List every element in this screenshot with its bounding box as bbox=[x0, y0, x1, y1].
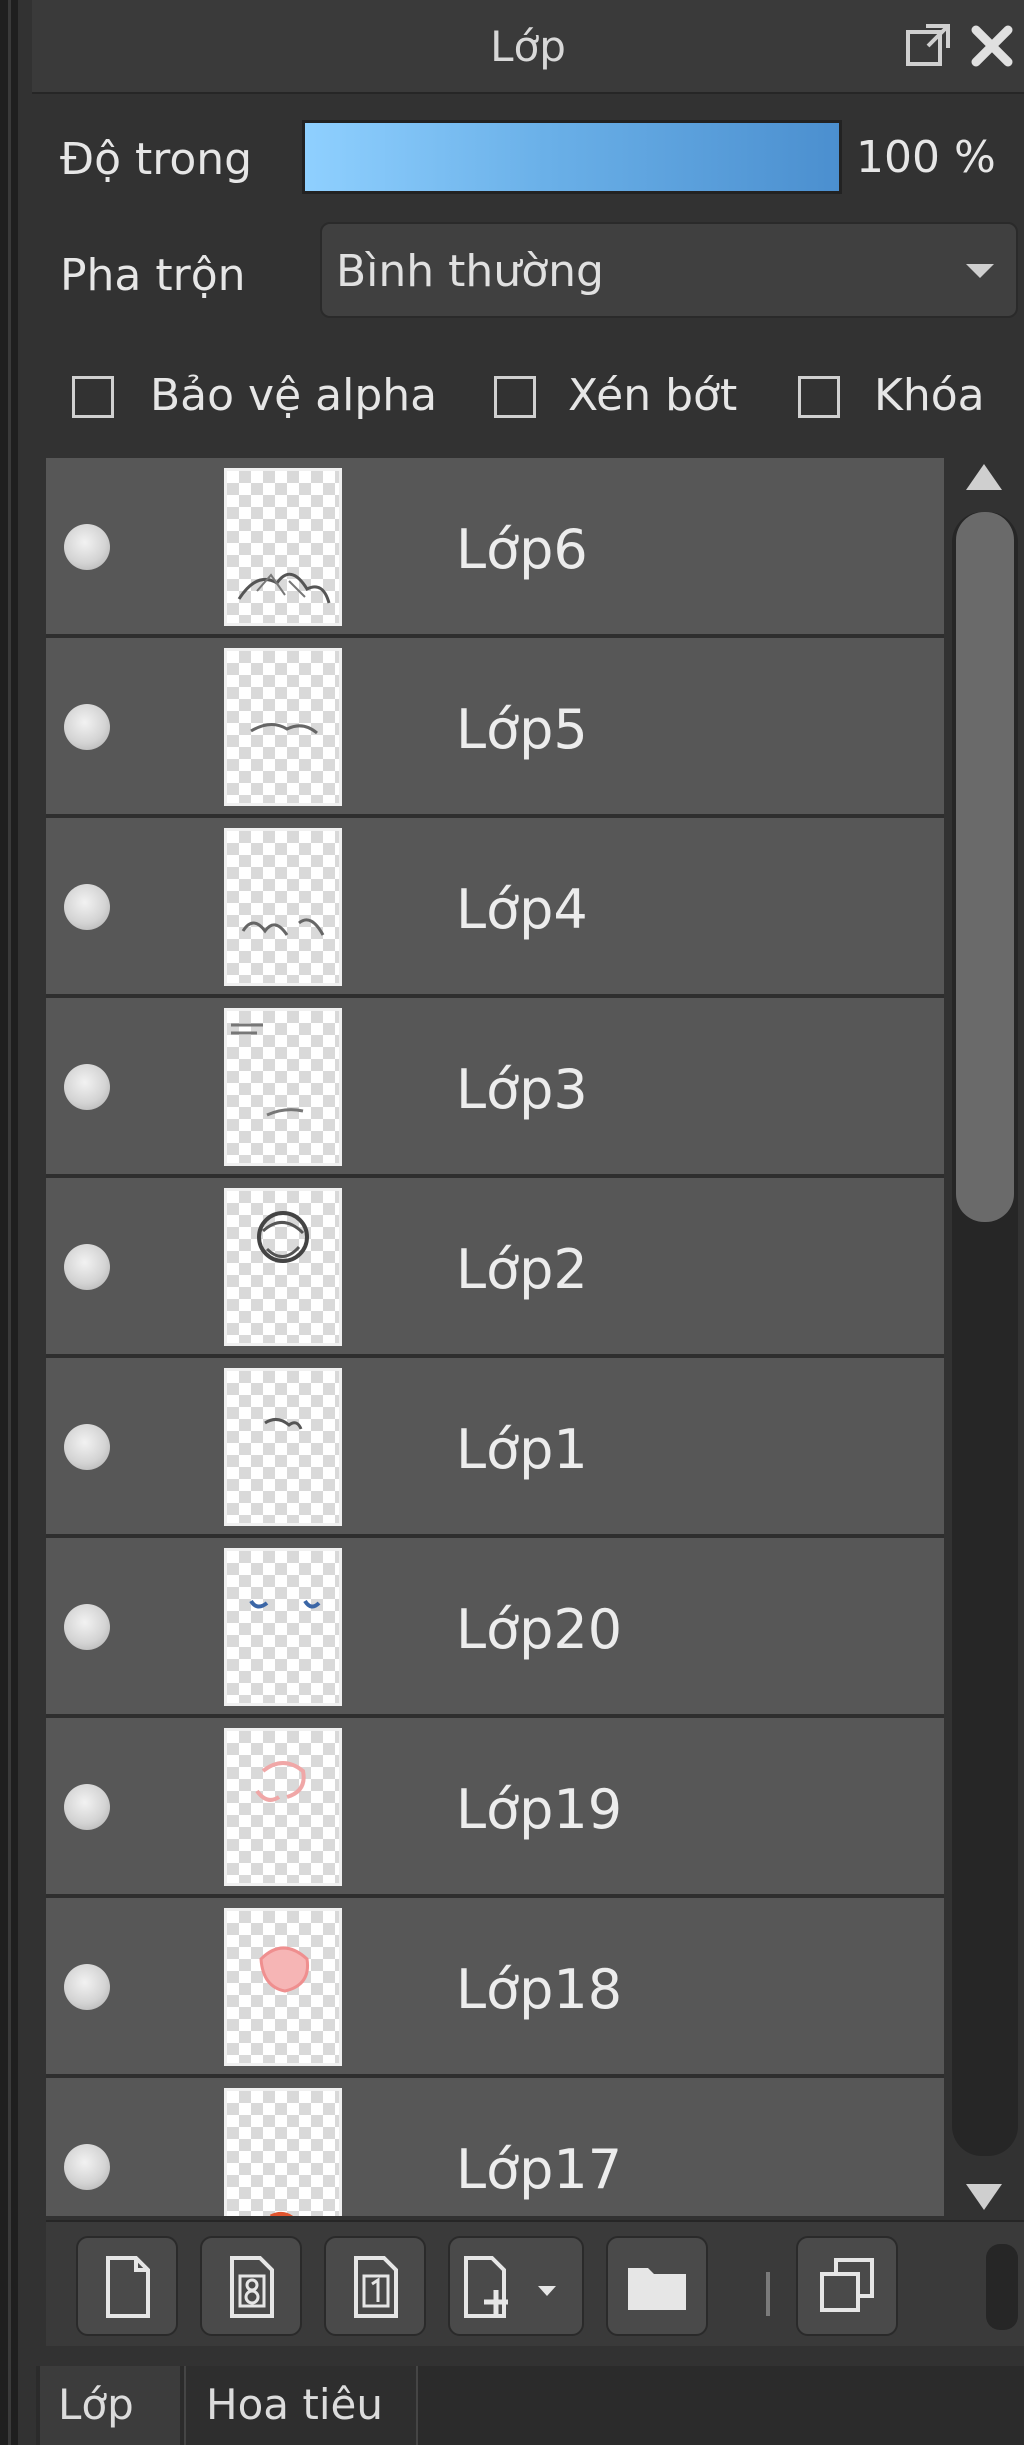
tab-layer[interactable]: Lớp bbox=[40, 2366, 180, 2445]
blend-mode-label: Pha trộn bbox=[60, 250, 246, 301]
scrollbar-thumb[interactable] bbox=[956, 512, 1014, 1222]
scroll-down-icon[interactable] bbox=[966, 2184, 1002, 2210]
visibility-toggle-icon[interactable] bbox=[64, 524, 110, 570]
layer-row[interactable]: Lớp17 bbox=[46, 2078, 944, 2216]
protect-alpha-checkbox[interactable] bbox=[72, 376, 114, 418]
visibility-toggle-icon[interactable] bbox=[64, 1244, 110, 1290]
visibility-toggle-icon[interactable] bbox=[64, 1784, 110, 1830]
layer-row[interactable]: Lớp20 bbox=[46, 1538, 944, 1718]
lock-checkbox[interactable] bbox=[798, 376, 840, 418]
clipping-checkbox[interactable] bbox=[494, 376, 536, 418]
blend-mode-select[interactable]: Bình thường bbox=[320, 222, 1018, 318]
layer-row[interactable]: Lớp19 bbox=[46, 1718, 944, 1898]
visibility-toggle-icon[interactable] bbox=[64, 1604, 110, 1650]
new-1bit-layer-button[interactable] bbox=[324, 2236, 426, 2336]
layer-toolbar bbox=[46, 2220, 1024, 2346]
layer-name: Lớp4 bbox=[456, 878, 588, 941]
blend-mode-value: Bình thường bbox=[336, 246, 604, 297]
layer-name: Lớp6 bbox=[456, 518, 588, 581]
layer-thumbnail bbox=[224, 1548, 342, 1706]
clipping-label: Xén bớt bbox=[568, 370, 738, 421]
layer-name: Lớp1 bbox=[456, 1418, 588, 1481]
layer-row[interactable]: Lớp1 bbox=[46, 1358, 944, 1538]
layer-name: Lớp17 bbox=[456, 2138, 623, 2201]
layer-row[interactable]: Lớp5 bbox=[46, 638, 944, 818]
new-layer-icon bbox=[106, 2256, 150, 2318]
layer-panel: Lớp Độ trong 100 % Pha trộn Bình thường … bbox=[18, 0, 1024, 2445]
layer-name: Lớp18 bbox=[456, 1958, 623, 2021]
visibility-toggle-icon[interactable] bbox=[64, 1064, 110, 1110]
layer-row[interactable]: Lớp18 bbox=[46, 1898, 944, 2078]
layer-row[interactable]: Lớp4 bbox=[46, 818, 944, 998]
layer-list-scrollbar[interactable] bbox=[952, 458, 1018, 2216]
opacity-label: Độ trong bbox=[60, 134, 253, 185]
new-8bit-layer-icon bbox=[230, 2256, 274, 2318]
layer-thumbnail bbox=[224, 1368, 342, 1526]
layer-row[interactable]: Lớp3 bbox=[46, 998, 944, 1178]
scroll-up-icon[interactable] bbox=[966, 464, 1002, 490]
lock-label: Khóa bbox=[874, 370, 985, 421]
layer-thumbnail bbox=[224, 1908, 342, 2066]
panel-title: Lớp bbox=[490, 22, 566, 71]
layer-thumbnail bbox=[224, 1008, 342, 1166]
layer-name: Lớp3 bbox=[456, 1058, 588, 1121]
layer-row[interactable]: Lớp6 bbox=[46, 458, 944, 638]
folder-icon bbox=[628, 2268, 686, 2310]
new-folder-button[interactable] bbox=[606, 2236, 708, 2336]
visibility-toggle-icon[interactable] bbox=[64, 2144, 110, 2190]
add-layer-menu-icon bbox=[464, 2256, 556, 2318]
popout-icon[interactable] bbox=[900, 18, 956, 74]
panel-titlebar[interactable]: Lớp bbox=[32, 0, 1024, 94]
add-layer-menu-button[interactable] bbox=[448, 2236, 584, 2336]
layer-name: Lớp2 bbox=[456, 1238, 588, 1301]
layer-thumbnail bbox=[224, 2088, 342, 2216]
visibility-toggle-icon[interactable] bbox=[64, 1964, 110, 2010]
new-layer-button[interactable] bbox=[76, 2236, 178, 2336]
visibility-toggle-icon[interactable] bbox=[64, 884, 110, 930]
duplicate-layer-icon bbox=[820, 2258, 874, 2312]
layer-row[interactable]: Lớp2 bbox=[46, 1178, 944, 1358]
panel-tabs: Lớp Hoa tiêu bbox=[36, 2366, 1024, 2445]
close-icon[interactable] bbox=[964, 18, 1020, 74]
layer-name: Lớp20 bbox=[456, 1598, 623, 1661]
tab-navigator[interactable]: Hoa tiêu bbox=[184, 2366, 418, 2445]
duplicate-layer-button[interactable] bbox=[796, 2236, 898, 2336]
layer-thumbnail bbox=[224, 1188, 342, 1346]
new-8bit-layer-button[interactable] bbox=[200, 2236, 302, 2336]
toolbar-divider bbox=[766, 2272, 770, 2316]
layer-name: Lớp5 bbox=[456, 698, 588, 761]
layer-list: Lớp6 Lớp5 Lớp4 Lớp3 Lớp2 Lớp1 Lớp20 Lớp1… bbox=[46, 458, 944, 2216]
opacity-slider[interactable] bbox=[302, 120, 842, 194]
toolbar-scroll-grip[interactable] bbox=[986, 2244, 1018, 2330]
visibility-toggle-icon[interactable] bbox=[64, 704, 110, 750]
layer-thumbnail bbox=[224, 1728, 342, 1886]
dock-divider[interactable] bbox=[8, 0, 11, 2445]
visibility-toggle-icon[interactable] bbox=[64, 1424, 110, 1470]
layer-thumbnail bbox=[224, 828, 342, 986]
new-1bit-layer-icon bbox=[354, 2256, 398, 2318]
chevron-down-icon bbox=[966, 264, 994, 278]
layer-thumbnail bbox=[224, 468, 342, 626]
layer-thumbnail bbox=[224, 648, 342, 806]
layer-name: Lớp19 bbox=[456, 1778, 623, 1841]
protect-alpha-label: Bảo vệ alpha bbox=[150, 370, 438, 421]
dock-edge bbox=[0, 0, 18, 2445]
opacity-value: 100 % bbox=[856, 132, 996, 183]
